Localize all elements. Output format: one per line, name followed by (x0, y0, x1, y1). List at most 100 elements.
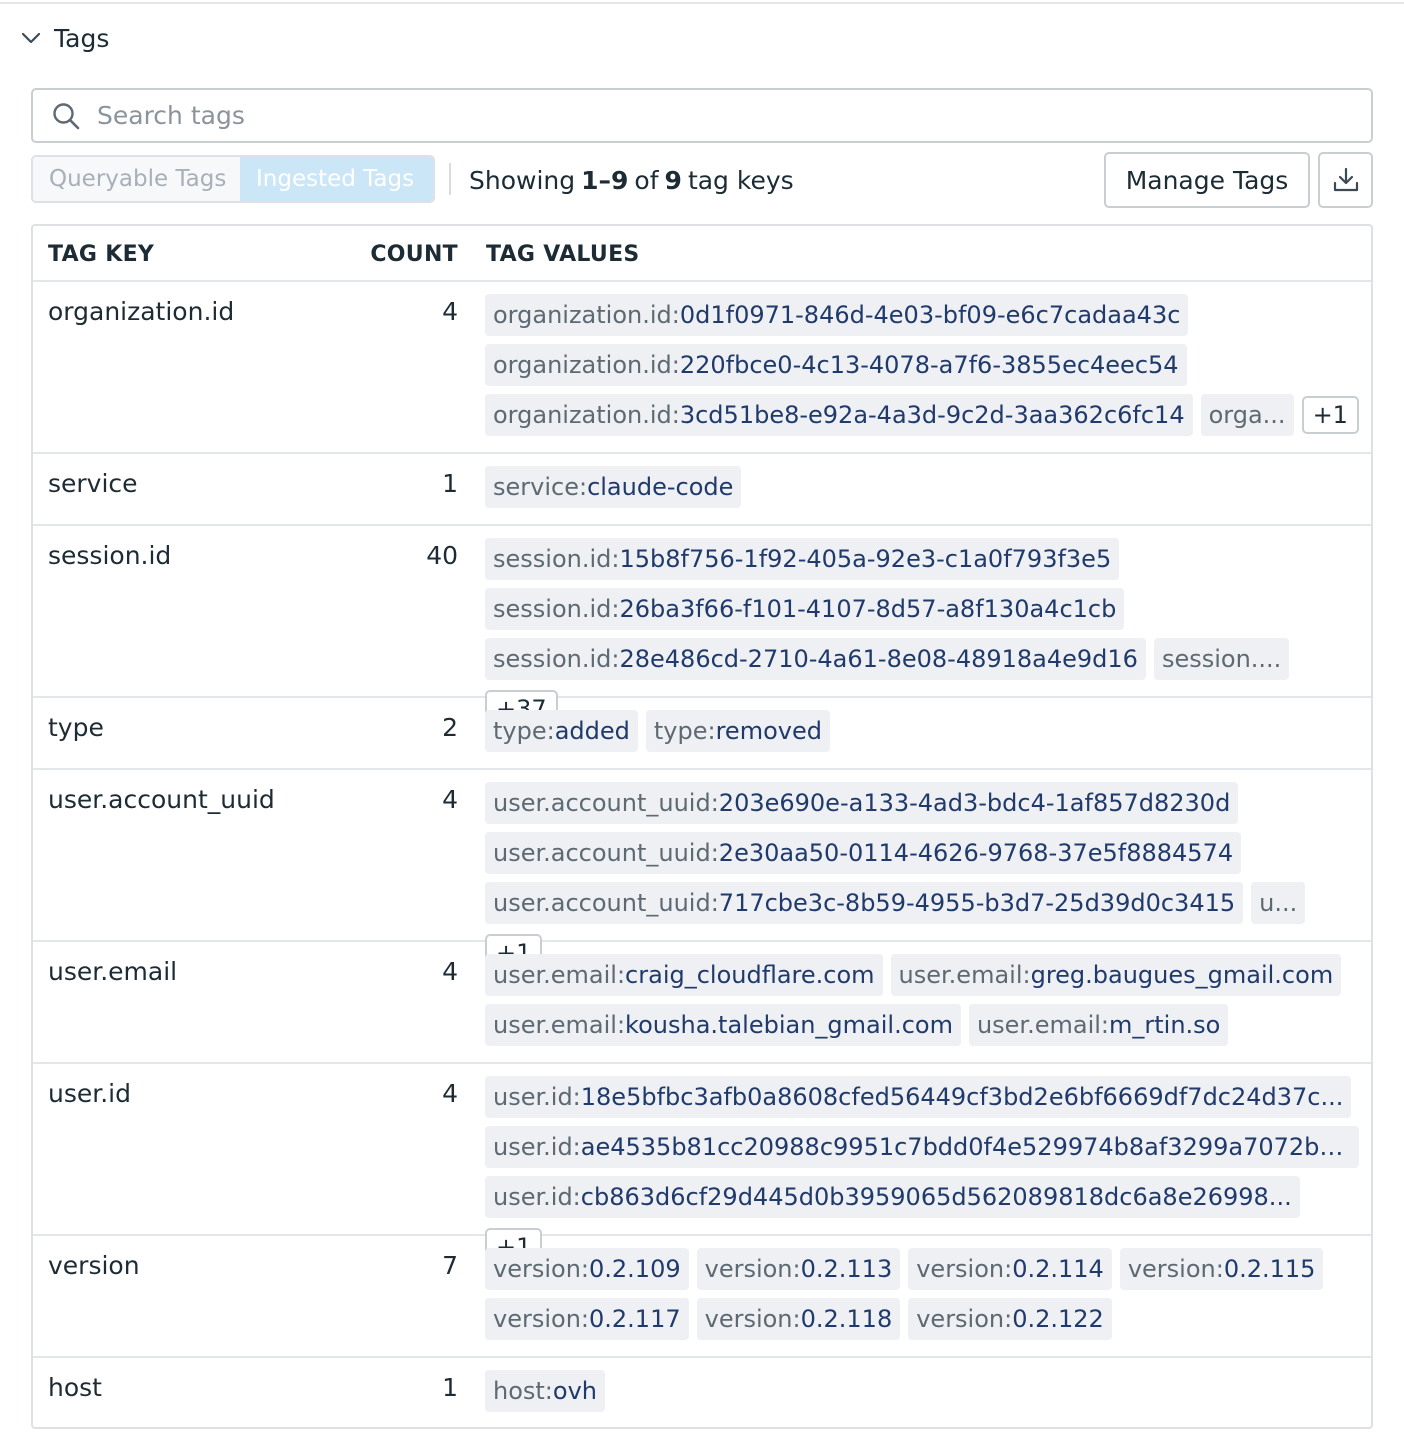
tag-value-chip[interactable]: user.email: m_rtin.so (968, 1004, 1229, 1046)
tag-value-chip[interactable]: version: 0.2.109 (485, 1248, 689, 1290)
tag-value-chip[interactable]: session.... (1153, 638, 1290, 680)
tag-value-chip[interactable]: user.email: kousha.talebian_gmail.com (485, 1004, 961, 1046)
tag-value-text: 0.2.117 (589, 1305, 681, 1333)
tag-values: host: ovh (485, 1370, 1359, 1412)
tag-value-key: session.id: (493, 545, 620, 573)
showing-range: 1–9 (581, 165, 629, 195)
tag-key[interactable]: service (48, 469, 138, 498)
more-values-button[interactable]: +1 (1301, 396, 1359, 434)
tag-value-text: greg.baugues_gmail.com (1030, 961, 1334, 989)
table-row[interactable]: session.id 40 session.id: 15b8f756-1f92-405… (33, 526, 1371, 728)
tag-value-chip[interactable]: user.email: greg.baugues_gmail.com (890, 954, 1342, 996)
tag-key[interactable]: user.account_uuid (48, 785, 275, 814)
tag-value-chip[interactable]: type: added (485, 710, 638, 752)
tag-value-chip[interactable]: version: 0.2.122 (908, 1298, 1112, 1340)
tag-value-text: 0.2.114 (1012, 1255, 1104, 1283)
tag-value-key: version: (916, 1255, 1013, 1283)
tag-value-text: 0.2.115 (1223, 1255, 1316, 1283)
tag-values: version: 0.2.109 version: 0.2.113 version: 0.… (485, 1248, 1359, 1340)
tag-value-chip[interactable]: organization.id: 220fbce0-4c13-4078-a7f6-… (485, 344, 1187, 386)
tag-key[interactable]: session.id (48, 541, 171, 570)
showing-total: 9 (664, 165, 682, 195)
section-title: Tags (54, 23, 110, 53)
tag-value-chip[interactable]: user.email: craig_cloudflare.com (485, 954, 883, 996)
tag-value-chip[interactable]: host: ovh (485, 1370, 606, 1412)
table-row[interactable]: host 1 host: ovh (33, 1358, 1371, 1427)
tag-value-text: 26ba3f66-f101-4107-8d57-a8f130a4c1cb (619, 595, 1117, 623)
tag-key[interactable]: host (48, 1373, 102, 1402)
search-input[interactable] (97, 92, 1371, 139)
search-icon (53, 102, 80, 129)
column-header-count[interactable]: COUNT (370, 226, 458, 282)
tag-value-chip[interactable]: type: removed (645, 710, 830, 752)
tag-value-chip[interactable]: organization.id: 0d1f0971-846d-4e03-bf09-… (485, 294, 1189, 336)
table-row[interactable]: service 1 service: claude-code (33, 454, 1371, 526)
tag-value-chip[interactable]: session.id: 26ba3f66-f101-4107-8d57-a8f13… (485, 588, 1125, 630)
tag-value-chip[interactable]: version: 0.2.117 (485, 1298, 689, 1340)
tag-value-key: version: (704, 1255, 801, 1283)
toolbar-divider (449, 163, 451, 195)
tag-key[interactable]: user.email (48, 957, 177, 986)
tag-key[interactable]: type (48, 713, 104, 742)
showing-prefix: Showing (469, 165, 576, 195)
download-icon (1333, 167, 1358, 192)
tags-section-toggle[interactable]: Tags (20, 20, 109, 56)
tag-value-key: organization.id: (493, 351, 680, 379)
tag-value-chip[interactable]: organization.id: 3cd51be8-e92a-4a3d-9c2d-… (485, 394, 1193, 436)
tag-value-text: 220fbce0-4c13-4078-a7f6-3855ec4eec54 (679, 351, 1179, 379)
tag-value-key: user.email: (493, 1011, 626, 1039)
tag-value-key: type: (653, 717, 716, 745)
tag-value-chip[interactable]: user.id: 18e5bfbc3afb0a8608cfed56449cf3bd… (485, 1076, 1352, 1118)
tag-value-key: user.email: (493, 961, 626, 989)
tab-queryable-tags[interactable]: Queryable Tags (33, 157, 240, 201)
table-row[interactable]: user.email 4 user.email: craig_cloudflare.c… (33, 942, 1371, 1064)
tag-value-key: user.account_uuid: (493, 839, 719, 867)
tag-value-text: 0.2.113 (800, 1255, 893, 1283)
tab-ingested-tags[interactable]: Ingested Tags (240, 157, 433, 201)
tag-value-text: 203e690e-a133-4ad3-bdc4-1af857d8230d (718, 789, 1231, 817)
tag-value-chip[interactable]: version: 0.2.113 (696, 1248, 901, 1290)
tag-value-chip[interactable]: user.account_uuid: 203e690e-a133-4ad3-bdc… (485, 782, 1239, 824)
table-row[interactable]: user.account_uuid 4 user.account_uuid: 203e… (33, 770, 1371, 972)
tag-value-text: 15b8f756-1f92-405a-92e3-c1a0f793f3e5 (619, 545, 1112, 573)
tag-value-chip[interactable]: orga... (1200, 394, 1294, 436)
table-row[interactable]: type 2 type: added type: removed (33, 698, 1371, 770)
tag-value-chip[interactable]: user.id: cb863d6cf29d445d0b3959065d562089… (485, 1176, 1300, 1218)
tag-value-text: ovh (552, 1377, 598, 1405)
tag-value-text: cb863d6cf29d445d0b3959065d562089818dc6a8… (580, 1183, 1292, 1211)
column-header-tag-key[interactable]: TAG KEY (48, 226, 154, 282)
tag-value-chip[interactable]: version: 0.2.118 (696, 1298, 901, 1340)
table-body: organization.id 4 organization.id: 0d1f0971… (33, 282, 1371, 1427)
tag-value-chip[interactable]: session.id: 28e486cd-2710-4a61-8e08-48918… (485, 638, 1146, 680)
tag-key[interactable]: organization.id (48, 297, 234, 326)
tag-value-text: removed (715, 717, 822, 745)
chevron-down-icon (21, 32, 41, 44)
tag-value-chip[interactable]: version: 0.2.114 (908, 1248, 1112, 1290)
download-button[interactable] (1318, 152, 1373, 208)
manage-tags-button[interactable]: Manage Tags (1104, 152, 1310, 208)
tag-values: service: claude-code (485, 466, 1359, 508)
tag-value-chip[interactable]: user.account_uuid: 2e30aa50-0114-4626-976… (485, 832, 1242, 874)
tag-value-chip[interactable]: user.id: ae4535b81cc20988c9951c7bdd0f4e52… (485, 1126, 1359, 1168)
tag-value-text: 2e30aa50-0114-4626-9768-37e5f8884574 (718, 839, 1234, 867)
tag-value-chip[interactable]: version: 0.2.115 (1119, 1248, 1324, 1290)
tag-value-chip[interactable]: session.id: 15b8f756-1f92-405a-92e3-c1a0f… (485, 538, 1120, 580)
tag-key[interactable]: version (48, 1251, 140, 1280)
tag-value-key: session.... (1161, 645, 1282, 673)
tag-value-chip[interactable]: u... (1251, 882, 1306, 924)
tag-value-key: user.id: (493, 1133, 581, 1161)
tag-search-box[interactable] (31, 88, 1373, 143)
tag-value-text: claude-code (587, 473, 734, 501)
tag-count: 4 (442, 1079, 458, 1108)
tag-key[interactable]: user.id (48, 1079, 131, 1108)
top-divider (0, 2, 1404, 4)
tag-value-chip[interactable]: user.account_uuid: 717cbe3c-8b59-4955-b3d… (485, 882, 1244, 924)
tag-value-key: version: (1127, 1255, 1224, 1283)
tag-value-key: u... (1259, 889, 1298, 917)
tag-count: 2 (442, 713, 458, 742)
tag-value-text: 0.2.118 (800, 1305, 893, 1333)
table-row[interactable]: organization.id 4 organization.id: 0d1f0971… (33, 282, 1371, 454)
table-row[interactable]: user.id 4 user.id: 18e5bfbc3afb0a8608cfed56… (33, 1064, 1371, 1266)
table-row[interactable]: version 7 version: 0.2.109 version: 0.2.113 ve… (33, 1236, 1371, 1358)
tag-value-chip[interactable]: service: claude-code (485, 466, 742, 508)
